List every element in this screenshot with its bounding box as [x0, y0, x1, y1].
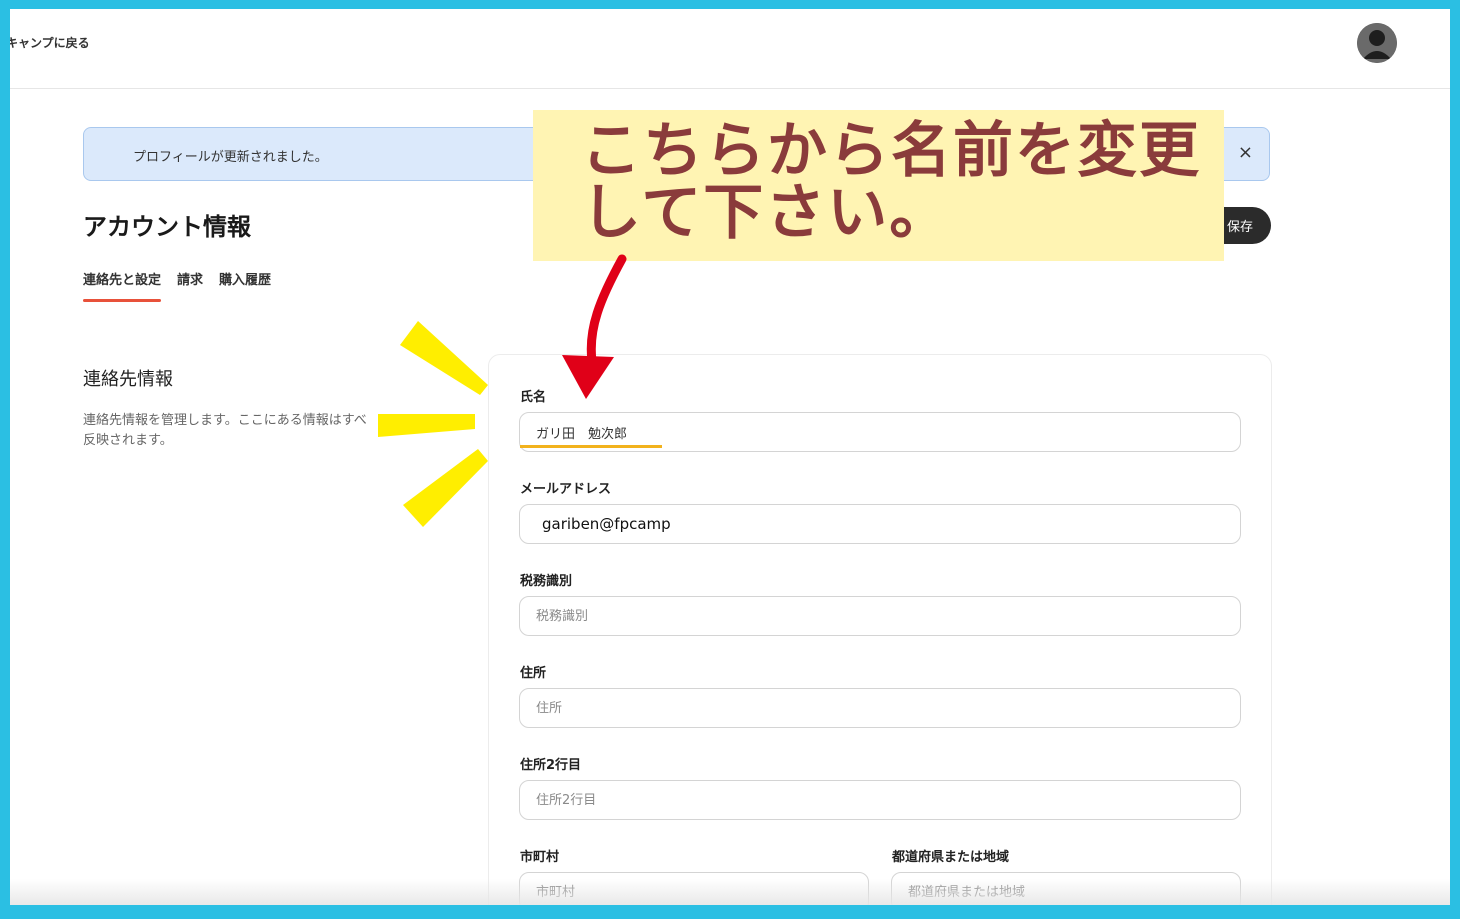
arrow-down-icon: [562, 254, 627, 399]
app-frame: キャンプに戻る プロフィールが更新されました。 × アカウント情報 保存 連絡先…: [10, 9, 1450, 905]
emphasis-burst-icon: [378, 321, 488, 527]
annotation-overlay: [378, 254, 627, 527]
